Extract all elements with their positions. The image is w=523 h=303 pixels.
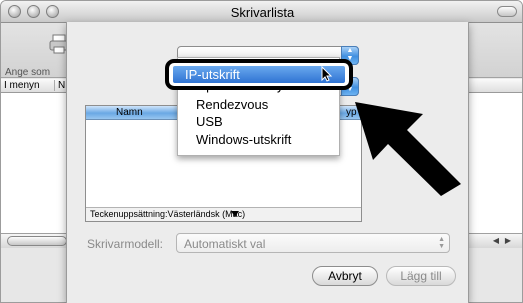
menu-item-usb[interactable]: USB: [196, 114, 223, 129]
printer-model-value: Automatiskt val: [184, 237, 266, 251]
scroll-left-arrow-icon[interactable]: ◀: [490, 235, 502, 247]
popup-arrows-icon: ▲▼: [438, 236, 445, 250]
scroll-thumb[interactable]: [7, 236, 67, 246]
window-title: Skrivarlista: [230, 5, 295, 20]
cancel-button[interactable]: Avbryt: [312, 266, 378, 286]
column-name[interactable]: N: [54, 80, 65, 91]
scroll-right-arrow-icon[interactable]: ▶: [502, 235, 514, 247]
encoding-popup[interactable]: Teckenuppsättning:Västerländsk (Mac): [90, 209, 245, 219]
add-button[interactable]: Lägg till: [386, 266, 456, 286]
printer-model-label: Skrivarmodell:: [87, 237, 164, 251]
column-in-menu[interactable]: I menyn: [4, 80, 40, 91]
title-bar: Skrivarlista: [1, 1, 522, 23]
encoding-row: Teckenuppsättning:Västerländsk (Mac): [86, 207, 361, 221]
menu-item-rendezvous[interactable]: Rendezvous: [196, 97, 268, 112]
toolbar-toggle-button[interactable]: [497, 6, 517, 17]
column-name-header[interactable]: Namn: [116, 107, 143, 118]
printer-model-popup[interactable]: Automatiskt val ▲ ▼: [176, 233, 450, 253]
menu-item-ip-printing-label: IP-utskrift: [185, 67, 240, 82]
chevron-down-icon[interactable]: [231, 211, 239, 217]
mouse-pointer-icon: [321, 66, 333, 82]
annotation-arrow: [355, 102, 461, 196]
set-default-label[interactable]: Ange som: [5, 67, 50, 78]
menu-item-windows-printing[interactable]: Windows-utskrift: [196, 132, 291, 147]
